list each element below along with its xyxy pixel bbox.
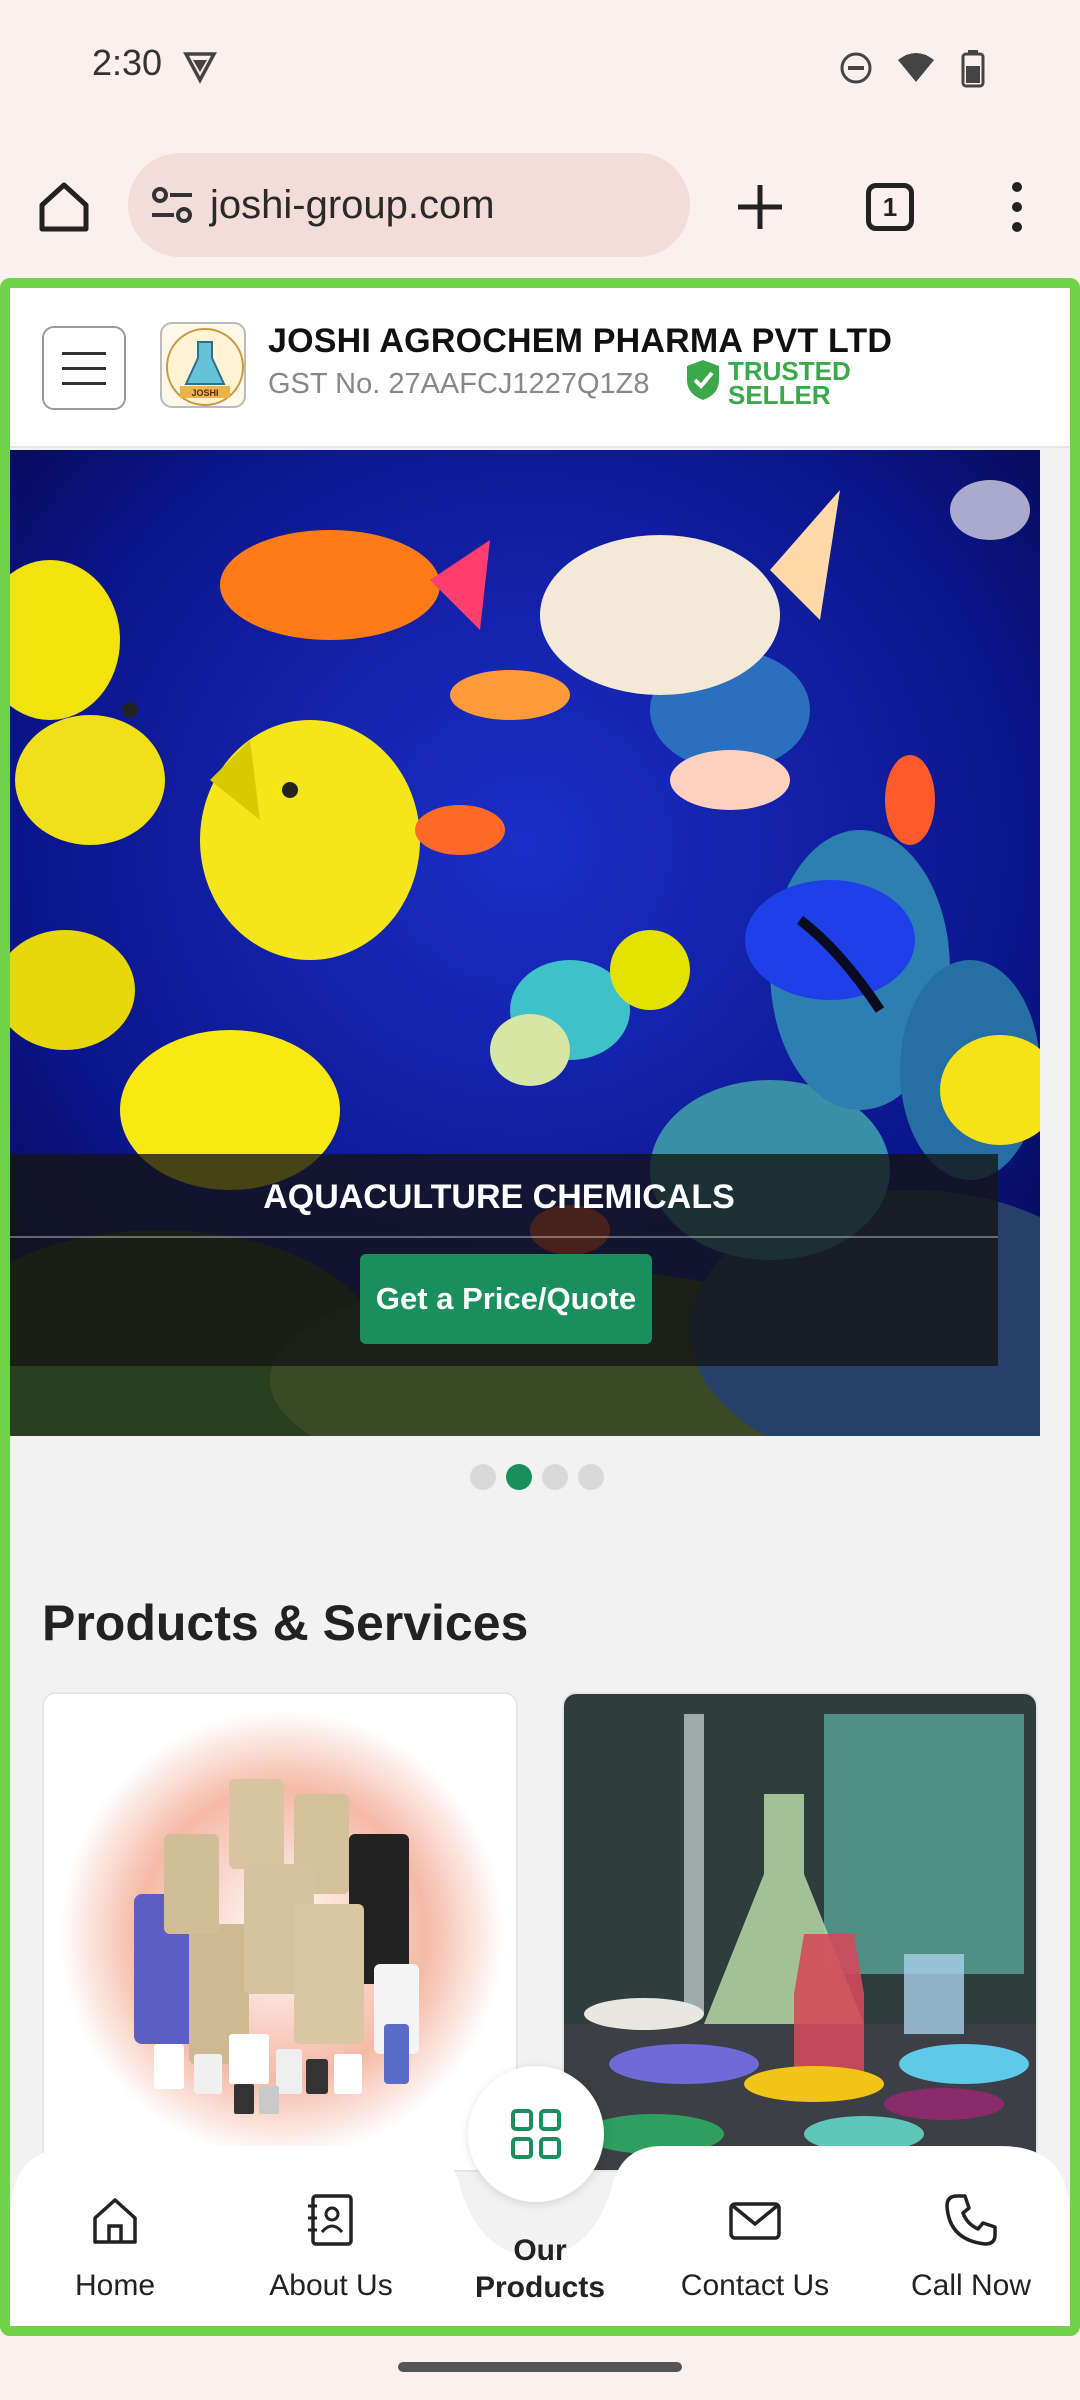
our-products-fab[interactable] [468, 2066, 604, 2202]
web-content: JOSHI JOSHI AGROCHEM PHARMA PVT LTD GST … [0, 278, 1080, 2336]
grid-icon [511, 2109, 561, 2159]
slider-dot-1[interactable] [470, 1464, 496, 1490]
home-icon [93, 2198, 137, 2244]
our-products-label[interactable]: Our Products [430, 2232, 650, 2306]
slider-dot-3[interactable] [542, 1464, 568, 1490]
mail-icon [729, 2202, 781, 2240]
status-time: 2:30 [92, 42, 163, 83]
status-icons [838, 48, 988, 93]
company-logo[interactable]: JOSHI [160, 322, 246, 408]
phone-icon [945, 2194, 997, 2246]
wifi-icon [896, 50, 936, 91]
nav-about-label: About Us [269, 2269, 393, 2302]
browser-menu-icon[interactable] [1002, 175, 1032, 239]
tab-count: 1 [882, 191, 898, 222]
product-card-lab[interactable] [562, 1692, 1038, 2172]
get-quote-button[interactable]: Get a Price/Quote [360, 1254, 652, 1344]
gst-number: GST No. 27AAFCJ1227Q1Z8 [268, 368, 650, 400]
products-label-line2: Products [474, 2271, 606, 2304]
shield-check-icon [684, 358, 722, 407]
status-bar: 2:30 [0, 0, 1080, 135]
trusted-label: TRUSTED [728, 355, 851, 386]
seller-label: SELLER [728, 379, 831, 410]
new-tab-plus-icon[interactable] [728, 175, 792, 239]
do-not-disturb-icon [838, 50, 874, 91]
nav-call[interactable]: Call Now [886, 2192, 1056, 2303]
slider-dots [470, 1464, 604, 1490]
site-settings-icon[interactable] [146, 179, 198, 231]
url-text: joshi-group.com [210, 182, 495, 227]
hamburger-menu-icon[interactable] [42, 326, 126, 410]
trusted-seller-badge: TRUSTED SELLER [684, 355, 851, 410]
bottom-navigation: Our Products Home About Us Contact Us Ca… [10, 2066, 1070, 2326]
nav-call-label: Call Now [910, 2269, 1032, 2302]
slider-dot-2[interactable] [506, 1464, 532, 1490]
banner-title: AQUACULTURE CHEMICALS [263, 1178, 735, 1216]
product-card-chemicals[interactable] [42, 1692, 518, 2172]
browser-toolbar: joshi-group.com 1 [0, 135, 1080, 275]
our-label-line1: Our [513, 2234, 567, 2267]
banner-slider[interactable]: AQUACULTURE CHEMICALS Get a Price/Quote [10, 450, 1040, 1436]
browser-home-icon[interactable] [34, 177, 94, 237]
gesture-handle[interactable] [398, 2362, 682, 2372]
contact-book-icon [308, 2194, 353, 2246]
site-header: JOSHI JOSHI AGROCHEM PHARMA PVT LTD GST … [10, 288, 1070, 448]
nav-contact[interactable]: Contact Us [670, 2192, 840, 2303]
address-bar[interactable]: joshi-group.com [128, 153, 690, 257]
tab-switcher-button[interactable]: 1 [866, 183, 914, 231]
nav-home[interactable]: Home [30, 2192, 200, 2303]
nav-about[interactable]: About Us [246, 2192, 416, 2303]
nav-home-label: Home [74, 2269, 156, 2302]
caption-divider [10, 1236, 998, 1238]
nav-contact-label: Contact Us [680, 2269, 830, 2302]
logo-text: JOSHI [191, 388, 218, 398]
banner-caption: AQUACULTURE CHEMICALS Get a Price/Quote [10, 1154, 998, 1366]
slider-dot-4[interactable] [578, 1464, 604, 1490]
battery-icon [958, 48, 988, 93]
lab-glassware-image [564, 1694, 1036, 2170]
vpn-shield-icon [182, 48, 218, 89]
section-title: Products & Services [42, 1595, 529, 1651]
chemical-drums-image [44, 1694, 516, 2170]
